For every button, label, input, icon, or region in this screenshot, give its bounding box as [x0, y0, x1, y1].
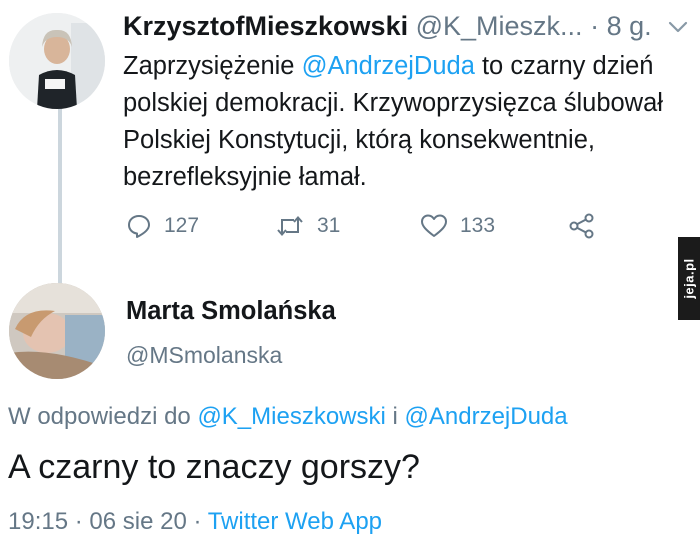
- avatar-photo: [9, 283, 105, 379]
- mention-link[interactable]: @K_Mieszkowski: [197, 403, 385, 430]
- avatar[interactable]: [9, 13, 105, 109]
- author-name[interactable]: KrzysztofMieszkowski: [123, 11, 408, 41]
- like-count: 133: [460, 214, 496, 237]
- reply-action[interactable]: 127: [126, 210, 199, 242]
- retweet-icon: [275, 213, 305, 239]
- tweet-meta: 19:15 · 06 sie 20 · Twitter Web App: [8, 508, 382, 536]
- separator: ·: [68, 508, 90, 535]
- chevron-down-icon[interactable]: [668, 20, 688, 39]
- reply-author-name[interactable]: Marta Smolańska: [126, 297, 336, 326]
- reply-author-handle[interactable]: @MSmolanska: [126, 342, 282, 369]
- tweet-text: Zaprzysiężenie @AndrzejDuda to czarny dz…: [123, 48, 693, 196]
- reply-date[interactable]: 06 sie 20: [89, 508, 186, 535]
- reply-time[interactable]: 19:15: [8, 508, 68, 535]
- in-reply-to: W odpowiedzi do @K_Mieszkowski i @Andrze…: [8, 403, 568, 431]
- share-action[interactable]: [568, 210, 596, 242]
- in-reply-joiner: i: [385, 403, 405, 430]
- like-action[interactable]: 133: [420, 210, 495, 242]
- tweet-time[interactable]: 8 g.: [607, 11, 652, 41]
- tweet-header: KrzysztofMieszkowski @K_Mieszk... · 8 g.: [123, 11, 652, 42]
- retweet-count: 31: [317, 214, 341, 237]
- share-icon: [568, 213, 596, 239]
- watermark-text: jeja.pl: [681, 258, 697, 299]
- mention-link[interactable]: @AndrzejDuda: [302, 52, 475, 80]
- thread-line: [58, 107, 62, 290]
- separator: ·: [186, 508, 208, 535]
- watermark-logo: jeja.pl: [678, 237, 700, 320]
- like-icon: [420, 213, 448, 239]
- reply-text: A czarny to znaczy gorszy?: [8, 448, 420, 486]
- reply-icon: [126, 213, 152, 239]
- source-link[interactable]: Twitter Web App: [208, 508, 382, 535]
- author-handle[interactable]: @K_Mieszk...: [416, 11, 583, 41]
- avatar[interactable]: [9, 283, 105, 379]
- separator: ·: [590, 11, 600, 41]
- reply-count: 127: [164, 214, 200, 237]
- in-reply-prefix: W odpowiedzi do: [8, 403, 198, 430]
- tweet-text-part: Zaprzysiężenie: [123, 52, 302, 80]
- avatar-photo: [9, 13, 105, 109]
- retweet-action[interactable]: 31: [275, 210, 340, 242]
- mention-link[interactable]: @AndrzejDuda: [405, 403, 568, 430]
